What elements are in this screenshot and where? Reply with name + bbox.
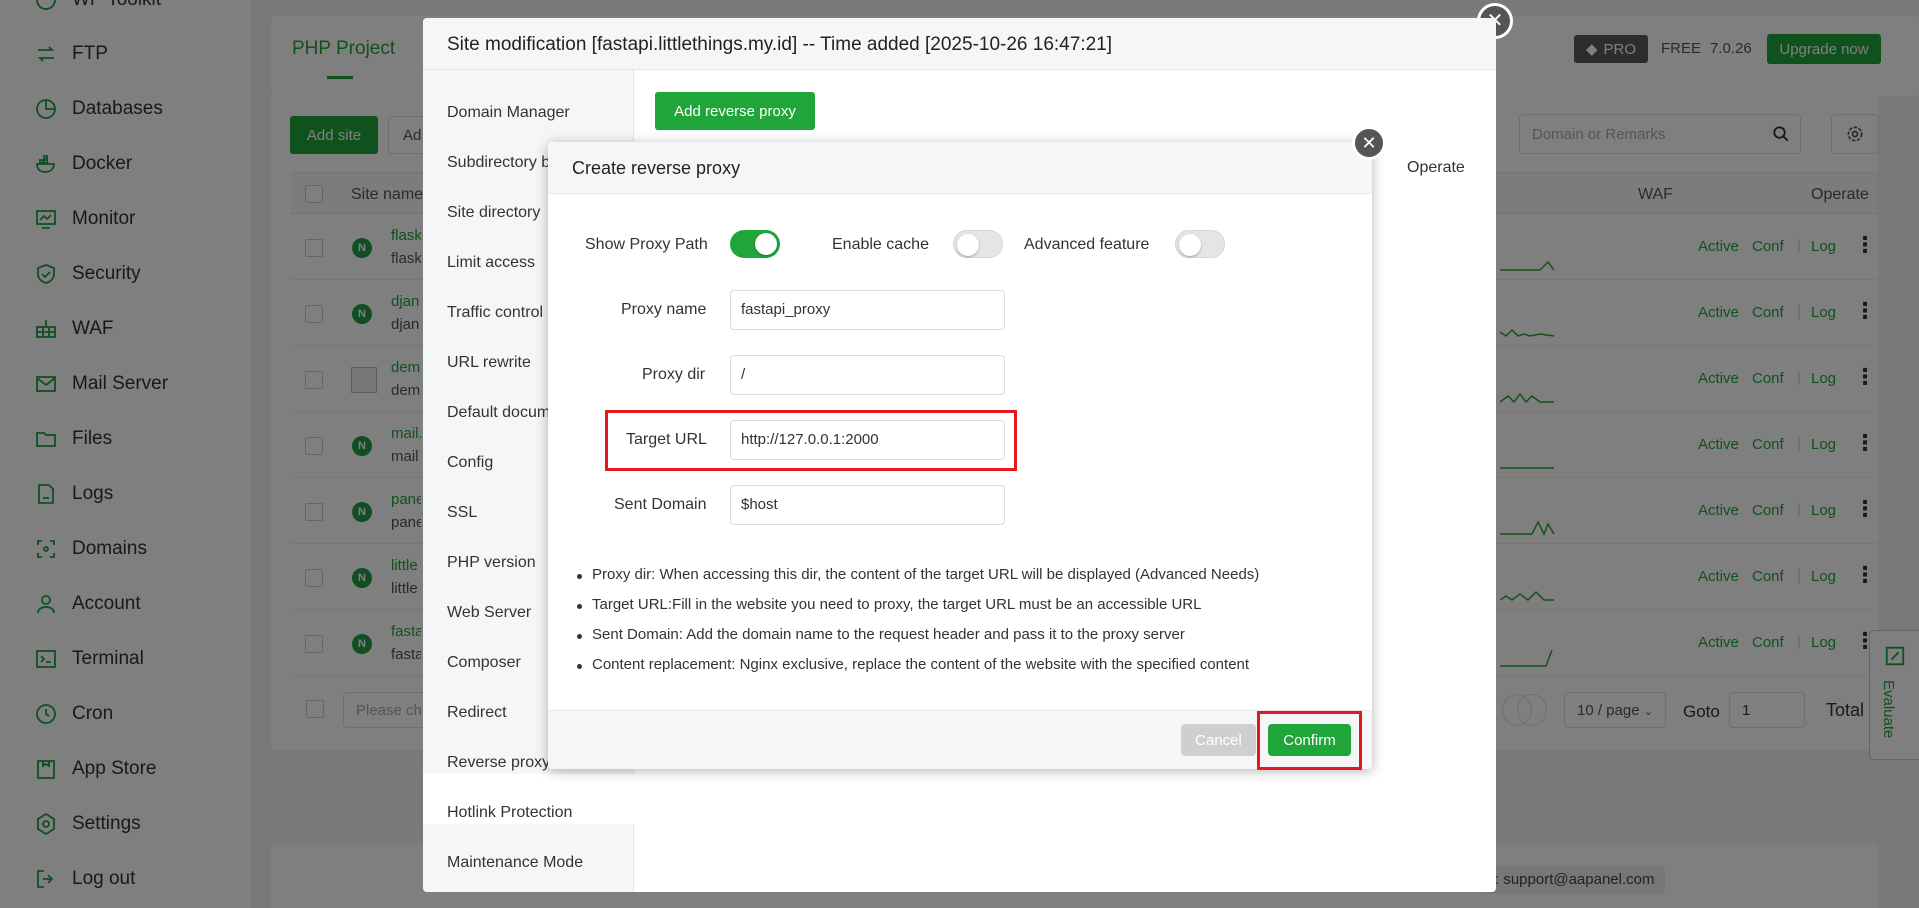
tip-text: Sent Domain: Add the domain name to the … xyxy=(592,626,1185,643)
site-menu-item[interactable]: Site directory xyxy=(447,204,540,222)
bullet xyxy=(577,604,582,609)
sent-domain-input[interactable]: $host xyxy=(730,485,1005,525)
site-menu-item[interactable]: Reverse proxy xyxy=(447,754,550,772)
proxy-dir-input[interactable]: / xyxy=(730,355,1005,395)
proxy-tips-list: Proxy dir: When accessing this dir, the … xyxy=(577,566,1259,686)
dialog-title: Create reverse proxy xyxy=(572,158,741,178)
close-icon: ✕ xyxy=(1361,133,1377,153)
site-menu-item[interactable]: Config xyxy=(447,454,493,472)
show-proxy-path-toggle[interactable] xyxy=(730,230,780,258)
target-url-highlight xyxy=(605,410,1017,471)
bullet xyxy=(577,574,582,579)
tip-text: Target URL:Fill in the website you need … xyxy=(592,596,1202,613)
enable-cache-label: Enable cache xyxy=(832,236,929,253)
site-menu-item[interactable]: Traffic control xyxy=(447,304,543,322)
site-menu-item[interactable]: URL rewrite xyxy=(447,354,531,372)
site-modal-header: Site modification [fastapi.littlethings.… xyxy=(423,18,1496,70)
advanced-feature-toggle[interactable] xyxy=(1175,230,1225,258)
site-menu-item[interactable]: Composer xyxy=(447,654,521,672)
bullet xyxy=(577,664,582,669)
tip-text: Content replacement: Nginx exclusive, re… xyxy=(592,656,1250,673)
site-menu-item[interactable]: SSL xyxy=(447,504,477,522)
site-menu-item[interactable]: Web Server xyxy=(447,604,531,622)
site-menu-item[interactable]: PHP version xyxy=(447,554,536,572)
site-menu-item[interactable]: Default docum xyxy=(447,404,550,422)
tip-item: Target URL:Fill in the website you need … xyxy=(577,596,1259,626)
show-proxy-path-label: Show Proxy Path xyxy=(585,236,708,253)
tip-item: Proxy dir: When accessing this dir, the … xyxy=(577,566,1259,596)
toggle-knob xyxy=(1179,234,1201,256)
dialog-header: Create reverse proxy xyxy=(548,142,1372,194)
dialog-close-button[interactable]: ✕ xyxy=(1352,126,1386,160)
tip-item: Sent Domain: Add the domain name to the … xyxy=(577,626,1259,656)
toggle-knob xyxy=(957,234,979,256)
add-reverse-proxy-button[interactable]: Add reverse proxy xyxy=(655,92,815,130)
site-modal-title: Site modification [fastapi.littlethings.… xyxy=(447,34,1113,55)
proxy-table-operate-header: Operate xyxy=(1407,159,1465,176)
site-menu-item[interactable]: Redirect xyxy=(447,704,507,722)
sent-domain-label: Sent Domain xyxy=(614,496,707,513)
site-menu-item[interactable]: Limit access xyxy=(447,254,535,272)
toggle-knob xyxy=(755,233,777,255)
site-menu-item[interactable]: Maintenance Mode xyxy=(447,854,583,872)
advanced-feature-label: Advanced feature xyxy=(1024,236,1150,253)
site-menu-item[interactable]: Hotlink Protection xyxy=(447,804,572,822)
proxy-name-label: Proxy name xyxy=(621,301,707,318)
site-menu-item[interactable]: Domain Manager xyxy=(447,104,570,122)
bullet xyxy=(577,634,582,639)
tip-item: Content replacement: Nginx exclusive, re… xyxy=(577,656,1259,686)
cancel-button[interactable]: Cancel xyxy=(1181,724,1256,756)
enable-cache-toggle[interactable] xyxy=(953,230,1003,258)
confirm-highlight xyxy=(1257,711,1362,770)
proxy-dir-label: Proxy dir xyxy=(642,366,706,383)
tip-text: Proxy dir: When accessing this dir, the … xyxy=(592,566,1260,583)
proxy-name-input[interactable]: fastapi_proxy xyxy=(730,290,1005,330)
